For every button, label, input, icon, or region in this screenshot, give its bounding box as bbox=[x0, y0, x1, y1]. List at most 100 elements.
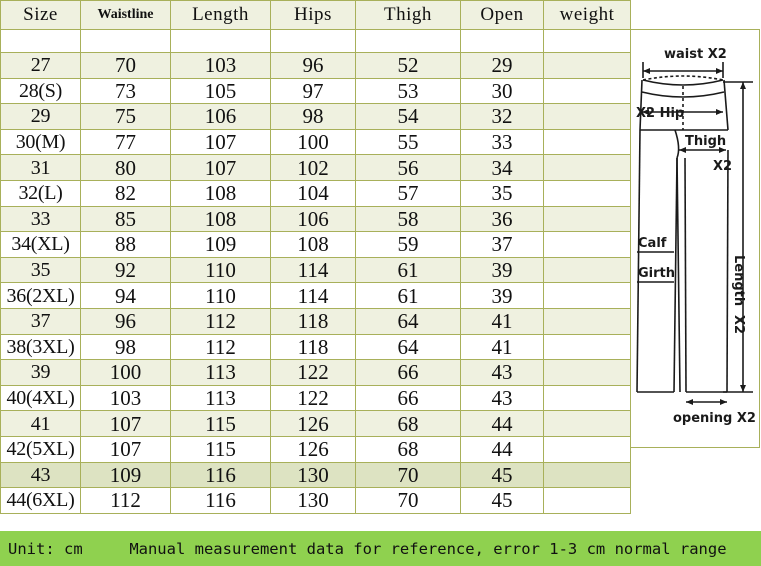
cell-weight bbox=[543, 52, 631, 79]
spacer-cell bbox=[270, 29, 356, 53]
table-row[interactable]: 29 75 106 98 54 32 bbox=[0, 103, 631, 130]
cell-weight bbox=[543, 77, 631, 105]
table-row[interactable]: 33 85 108 106 58 36 bbox=[0, 205, 631, 233]
cell-length: 112 bbox=[170, 307, 271, 335]
cell-thigh: 53 bbox=[355, 77, 461, 105]
table-row[interactable]: 30(M) 77 107 100 55 33 bbox=[0, 128, 631, 156]
trousers-diagram-icon: waist X2 X2 Hip Thigh X2 Calf Girth Leng… bbox=[636, 47, 756, 426]
cell-open: 44 bbox=[460, 410, 544, 437]
cell-thigh: 61 bbox=[355, 256, 461, 284]
table-row[interactable]: 32(L) 82 108 104 57 35 bbox=[0, 179, 631, 207]
cell-thigh: 64 bbox=[355, 307, 461, 335]
cell-waistline: 96 bbox=[80, 307, 171, 335]
cell-hips: 130 bbox=[270, 487, 356, 514]
cell-hips: 100 bbox=[270, 128, 356, 156]
table-row[interactable]: 31 80 107 102 56 34 bbox=[0, 154, 631, 181]
cell-weight bbox=[543, 154, 631, 181]
diagram-label-length: Length bbox=[731, 255, 746, 306]
cell-thigh: 66 bbox=[355, 384, 461, 412]
table-row[interactable]: 43 109 116 130 70 45 bbox=[0, 461, 631, 489]
cell-hips: 97 bbox=[270, 77, 356, 105]
cell-open: 37 bbox=[460, 231, 544, 258]
cell-weight bbox=[543, 231, 631, 258]
column-header-thigh: Thigh bbox=[355, 0, 461, 30]
column-header-waistline: Waistline bbox=[80, 0, 171, 30]
cell-weight bbox=[543, 179, 631, 207]
cell-thigh: 68 bbox=[355, 435, 461, 463]
table-row[interactable]: 38(3XL) 98 112 118 64 41 bbox=[0, 333, 631, 361]
cell-length: 110 bbox=[170, 282, 271, 309]
cell-size: 35 bbox=[0, 256, 81, 284]
cell-waistline: 80 bbox=[80, 154, 171, 181]
table-row[interactable]: 41 107 115 126 68 44 bbox=[0, 410, 631, 437]
header-row: Size Waistline Length Hips Thigh Open we… bbox=[0, 0, 631, 30]
cell-length: 103 bbox=[170, 52, 271, 79]
table-row[interactable]: 40(4XL) 103 113 122 66 43 bbox=[0, 384, 631, 412]
cell-hips: 114 bbox=[270, 282, 356, 309]
cell-open: 39 bbox=[460, 256, 544, 284]
cell-open: 39 bbox=[460, 282, 544, 309]
cell-weight bbox=[543, 359, 631, 386]
table-row[interactable]: 34(XL) 88 109 108 59 37 bbox=[0, 231, 631, 258]
cell-weight bbox=[543, 461, 631, 489]
cell-thigh: 64 bbox=[355, 333, 461, 361]
spacer-cell bbox=[460, 29, 544, 53]
cell-hips: 106 bbox=[270, 205, 356, 233]
cell-hips: 126 bbox=[270, 410, 356, 437]
cell-hips: 126 bbox=[270, 435, 356, 463]
table-row[interactable]: 35 92 110 114 61 39 bbox=[0, 256, 631, 284]
cell-hips: 98 bbox=[270, 103, 356, 130]
cell-size: 34(XL) bbox=[0, 231, 81, 258]
spacer-row bbox=[0, 29, 631, 53]
cell-weight bbox=[543, 333, 631, 361]
cell-length: 107 bbox=[170, 154, 271, 181]
measurement-diagram-panel: waist X2 X2 Hip Thigh X2 Calf Girth Leng… bbox=[630, 29, 760, 448]
cell-weight bbox=[543, 307, 631, 335]
column-header-weight: weight bbox=[543, 0, 631, 30]
table-body: 27 70 103 96 52 29 28(S) 73 105 97 53 30 29 75 106 98 54… bbox=[0, 52, 631, 514]
cell-length: 107 bbox=[170, 128, 271, 156]
cell-open: 45 bbox=[460, 487, 544, 514]
cell-thigh: 61 bbox=[355, 282, 461, 309]
diagram-label-hip: X2 Hip bbox=[636, 106, 684, 121]
cell-open: 43 bbox=[460, 384, 544, 412]
cell-hips: 122 bbox=[270, 359, 356, 386]
table-row[interactable]: 27 70 103 96 52 29 bbox=[0, 52, 631, 79]
cell-hips: 96 bbox=[270, 52, 356, 79]
cell-waistline: 73 bbox=[80, 77, 171, 105]
cell-open: 33 bbox=[460, 128, 544, 156]
cell-thigh: 54 bbox=[355, 103, 461, 130]
cell-hips: 118 bbox=[270, 333, 356, 361]
cell-hips: 130 bbox=[270, 461, 356, 489]
cell-open: 30 bbox=[460, 77, 544, 105]
table-row[interactable]: 36(2XL) 94 110 114 61 39 bbox=[0, 282, 631, 309]
cell-open: 45 bbox=[460, 461, 544, 489]
cell-hips: 114 bbox=[270, 256, 356, 284]
cell-length: 116 bbox=[170, 461, 271, 489]
cell-size: 43 bbox=[0, 461, 81, 489]
cell-hips: 118 bbox=[270, 307, 356, 335]
cell-size: 32(L) bbox=[0, 179, 81, 207]
cell-weight bbox=[543, 103, 631, 130]
size-chart-page: Size Waistline Length Hips Thigh Open we… bbox=[0, 0, 761, 566]
cell-waistline: 98 bbox=[80, 333, 171, 361]
cell-waistline: 112 bbox=[80, 487, 171, 514]
cell-weight bbox=[543, 256, 631, 284]
table-header: Size Waistline Length Hips Thigh Open we… bbox=[0, 0, 631, 53]
cell-hips: 102 bbox=[270, 154, 356, 181]
table-row[interactable]: 44(6XL) 112 116 130 70 45 bbox=[0, 487, 631, 514]
column-header-hips: Hips bbox=[270, 0, 356, 30]
cell-waistline: 70 bbox=[80, 52, 171, 79]
cell-waistline: 107 bbox=[80, 435, 171, 463]
cell-length: 113 bbox=[170, 359, 271, 386]
table-row[interactable]: 37 96 112 118 64 41 bbox=[0, 307, 631, 335]
cell-length: 113 bbox=[170, 384, 271, 412]
cell-length: 105 bbox=[170, 77, 271, 105]
table-row[interactable]: 42(5XL) 107 115 126 68 44 bbox=[0, 435, 631, 463]
table-row[interactable]: 28(S) 73 105 97 53 30 bbox=[0, 77, 631, 105]
cell-size: 27 bbox=[0, 52, 81, 79]
diagram-label-waist: waist X2 bbox=[664, 47, 727, 62]
table-row[interactable]: 39 100 113 122 66 43 bbox=[0, 359, 631, 386]
cell-length: 110 bbox=[170, 256, 271, 284]
footer-note-text: Unit: cm Manual measurement data for ref… bbox=[8, 539, 727, 558]
